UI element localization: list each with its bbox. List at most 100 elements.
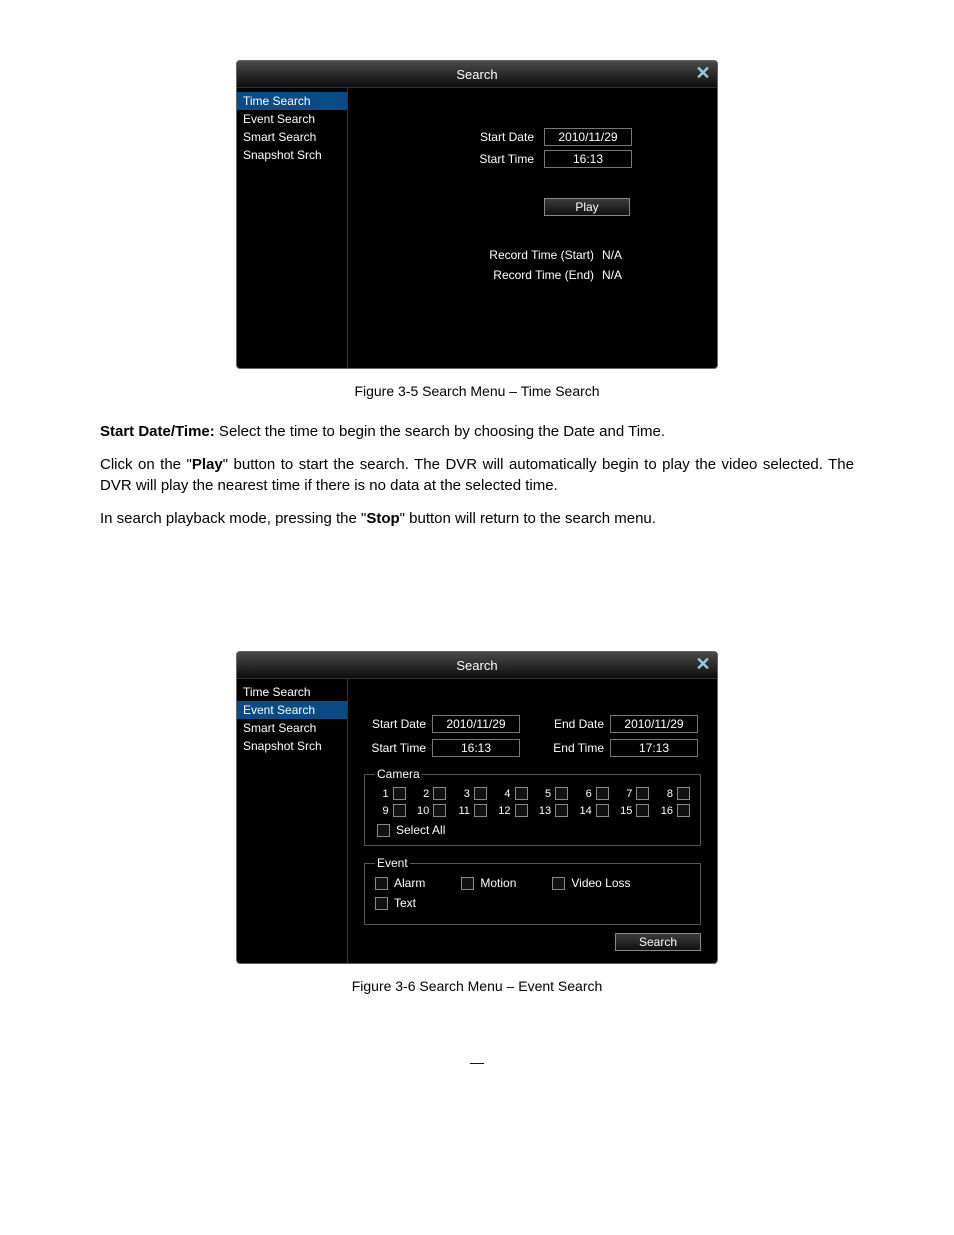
paragraph-play: Click on the "Play" button to start the …	[100, 454, 854, 496]
camera-5: 5	[538, 787, 569, 800]
camera-label-15: 15	[620, 805, 632, 817]
alarm-label: Alarm	[394, 876, 425, 890]
search-button[interactable]: Search	[615, 933, 701, 951]
camera-8: 8	[659, 787, 690, 800]
start-date-label: Start Date	[364, 130, 544, 144]
camera-checkbox-11[interactable]	[474, 804, 487, 817]
camera-checkbox-12[interactable]	[515, 804, 528, 817]
camera-checkbox-4[interactable]	[515, 787, 528, 800]
camera-16: 16	[659, 804, 690, 817]
camera-checkbox-3[interactable]	[474, 787, 487, 800]
camera-checkbox-8[interactable]	[677, 787, 690, 800]
end-date-label: End Date	[542, 717, 610, 731]
video-loss-label: Video Loss	[571, 876, 630, 890]
alarm-checkbox[interactable]	[375, 877, 388, 890]
motion-label: Motion	[480, 876, 516, 890]
sidebar: Time Search Event Search Smart Search Sn…	[237, 679, 348, 963]
record-end-label: Record Time (End)	[364, 268, 602, 282]
start-time-label: Start Time	[364, 741, 432, 755]
event-group: Event Alarm Motion Video Loss Text	[364, 856, 701, 925]
camera-14: 14	[578, 804, 609, 817]
close-icon[interactable]: ✕	[693, 63, 713, 83]
sidebar-item-time-search[interactable]: Time Search	[237, 683, 347, 701]
search-window-event: Search ✕ Time Search Event Search Smart …	[236, 651, 718, 964]
sidebar-item-event-search[interactable]: Event Search	[237, 701, 347, 719]
main-panel: Start Date 2010/11/29 Start Time 16:13 P…	[348, 88, 717, 368]
figure-caption-2: Figure 3-6 Search Menu – Event Search	[100, 978, 854, 994]
camera-1: 1	[375, 787, 406, 800]
sidebar-item-snapshot-srch[interactable]: Snapshot Srch	[237, 737, 347, 755]
start-date-input[interactable]: 2010/11/29	[544, 128, 632, 146]
camera-label-11: 11	[458, 805, 469, 817]
main-panel: Start Date 2010/11/29 End Date 2010/11/2…	[348, 679, 717, 963]
camera-checkbox-7[interactable]	[636, 787, 649, 800]
end-time-label: End Time	[542, 741, 610, 755]
sidebar-item-event-search[interactable]: Event Search	[237, 110, 347, 128]
camera-2: 2	[416, 787, 447, 800]
camera-label-10: 10	[417, 805, 429, 817]
sidebar-item-snapshot-srch[interactable]: Snapshot Srch	[237, 146, 347, 164]
figure-caption-1: Figure 3-5 Search Menu – Time Search	[100, 383, 854, 399]
camera-checkbox-6[interactable]	[596, 787, 609, 800]
camera-checkbox-10[interactable]	[433, 804, 446, 817]
sidebar-item-time-search[interactable]: Time Search	[237, 92, 347, 110]
camera-label-14: 14	[580, 805, 592, 817]
window-titlebar: Search ✕	[237, 652, 717, 679]
window-title: Search	[456, 658, 497, 673]
camera-label-12: 12	[498, 805, 510, 817]
camera-checkbox-1[interactable]	[393, 787, 406, 800]
camera-label-7: 7	[626, 788, 632, 800]
sidebar-item-smart-search[interactable]: Smart Search	[237, 719, 347, 737]
close-icon[interactable]: ✕	[693, 654, 713, 674]
camera-label-2: 2	[423, 788, 429, 800]
camera-11: 11	[456, 804, 487, 817]
select-all-label: Select All	[396, 823, 445, 837]
camera-checkbox-14[interactable]	[596, 804, 609, 817]
text-checkbox[interactable]	[375, 897, 388, 910]
camera-legend: Camera	[375, 767, 422, 781]
camera-4: 4	[497, 787, 528, 800]
camera-label-4: 4	[504, 788, 510, 800]
record-end-value: N/A	[602, 268, 622, 282]
event-legend: Event	[375, 856, 410, 870]
camera-label-16: 16	[661, 805, 673, 817]
play-button[interactable]: Play	[544, 198, 630, 216]
start-date-input[interactable]: 2010/11/29	[432, 715, 520, 733]
select-all-checkbox[interactable]	[377, 824, 390, 837]
record-start-label: Record Time (Start)	[364, 248, 602, 262]
start-time-label: Start Time	[364, 152, 544, 166]
camera-15: 15	[619, 804, 650, 817]
start-time-input[interactable]: 16:13	[432, 739, 520, 757]
camera-checkbox-16[interactable]	[677, 804, 690, 817]
camera-9: 9	[375, 804, 406, 817]
camera-3: 3	[456, 787, 487, 800]
start-time-input[interactable]: 16:13	[544, 150, 632, 168]
sidebar-item-smart-search[interactable]: Smart Search	[237, 128, 347, 146]
page-footer-dash: —	[100, 1054, 854, 1070]
video-loss-checkbox[interactable]	[552, 877, 565, 890]
camera-6: 6	[578, 787, 609, 800]
window-titlebar: Search ✕	[237, 61, 717, 88]
end-date-input[interactable]: 2010/11/29	[610, 715, 698, 733]
start-date-label: Start Date	[364, 717, 432, 731]
camera-label-1: 1	[383, 788, 389, 800]
record-start-value: N/A	[602, 248, 622, 262]
camera-checkbox-5[interactable]	[555, 787, 568, 800]
motion-checkbox[interactable]	[461, 877, 474, 890]
camera-checkbox-15[interactable]	[636, 804, 649, 817]
end-time-input[interactable]: 17:13	[610, 739, 698, 757]
paragraph-start-date: Start Date/Time: Select the time to begi…	[100, 421, 854, 442]
camera-checkbox-2[interactable]	[433, 787, 446, 800]
paragraph-stop: In search playback mode, pressing the "S…	[100, 508, 854, 529]
camera-label-13: 13	[539, 805, 551, 817]
window-title: Search	[456, 67, 497, 82]
camera-group: Camera 12345678910111213141516 Select Al…	[364, 767, 701, 846]
camera-label-3: 3	[464, 788, 470, 800]
camera-checkbox-13[interactable]	[555, 804, 568, 817]
text-label: Text	[394, 896, 416, 910]
camera-checkbox-9[interactable]	[393, 804, 406, 817]
camera-label-8: 8	[667, 788, 673, 800]
camera-7: 7	[619, 787, 650, 800]
camera-13: 13	[538, 804, 569, 817]
camera-label-6: 6	[586, 788, 592, 800]
